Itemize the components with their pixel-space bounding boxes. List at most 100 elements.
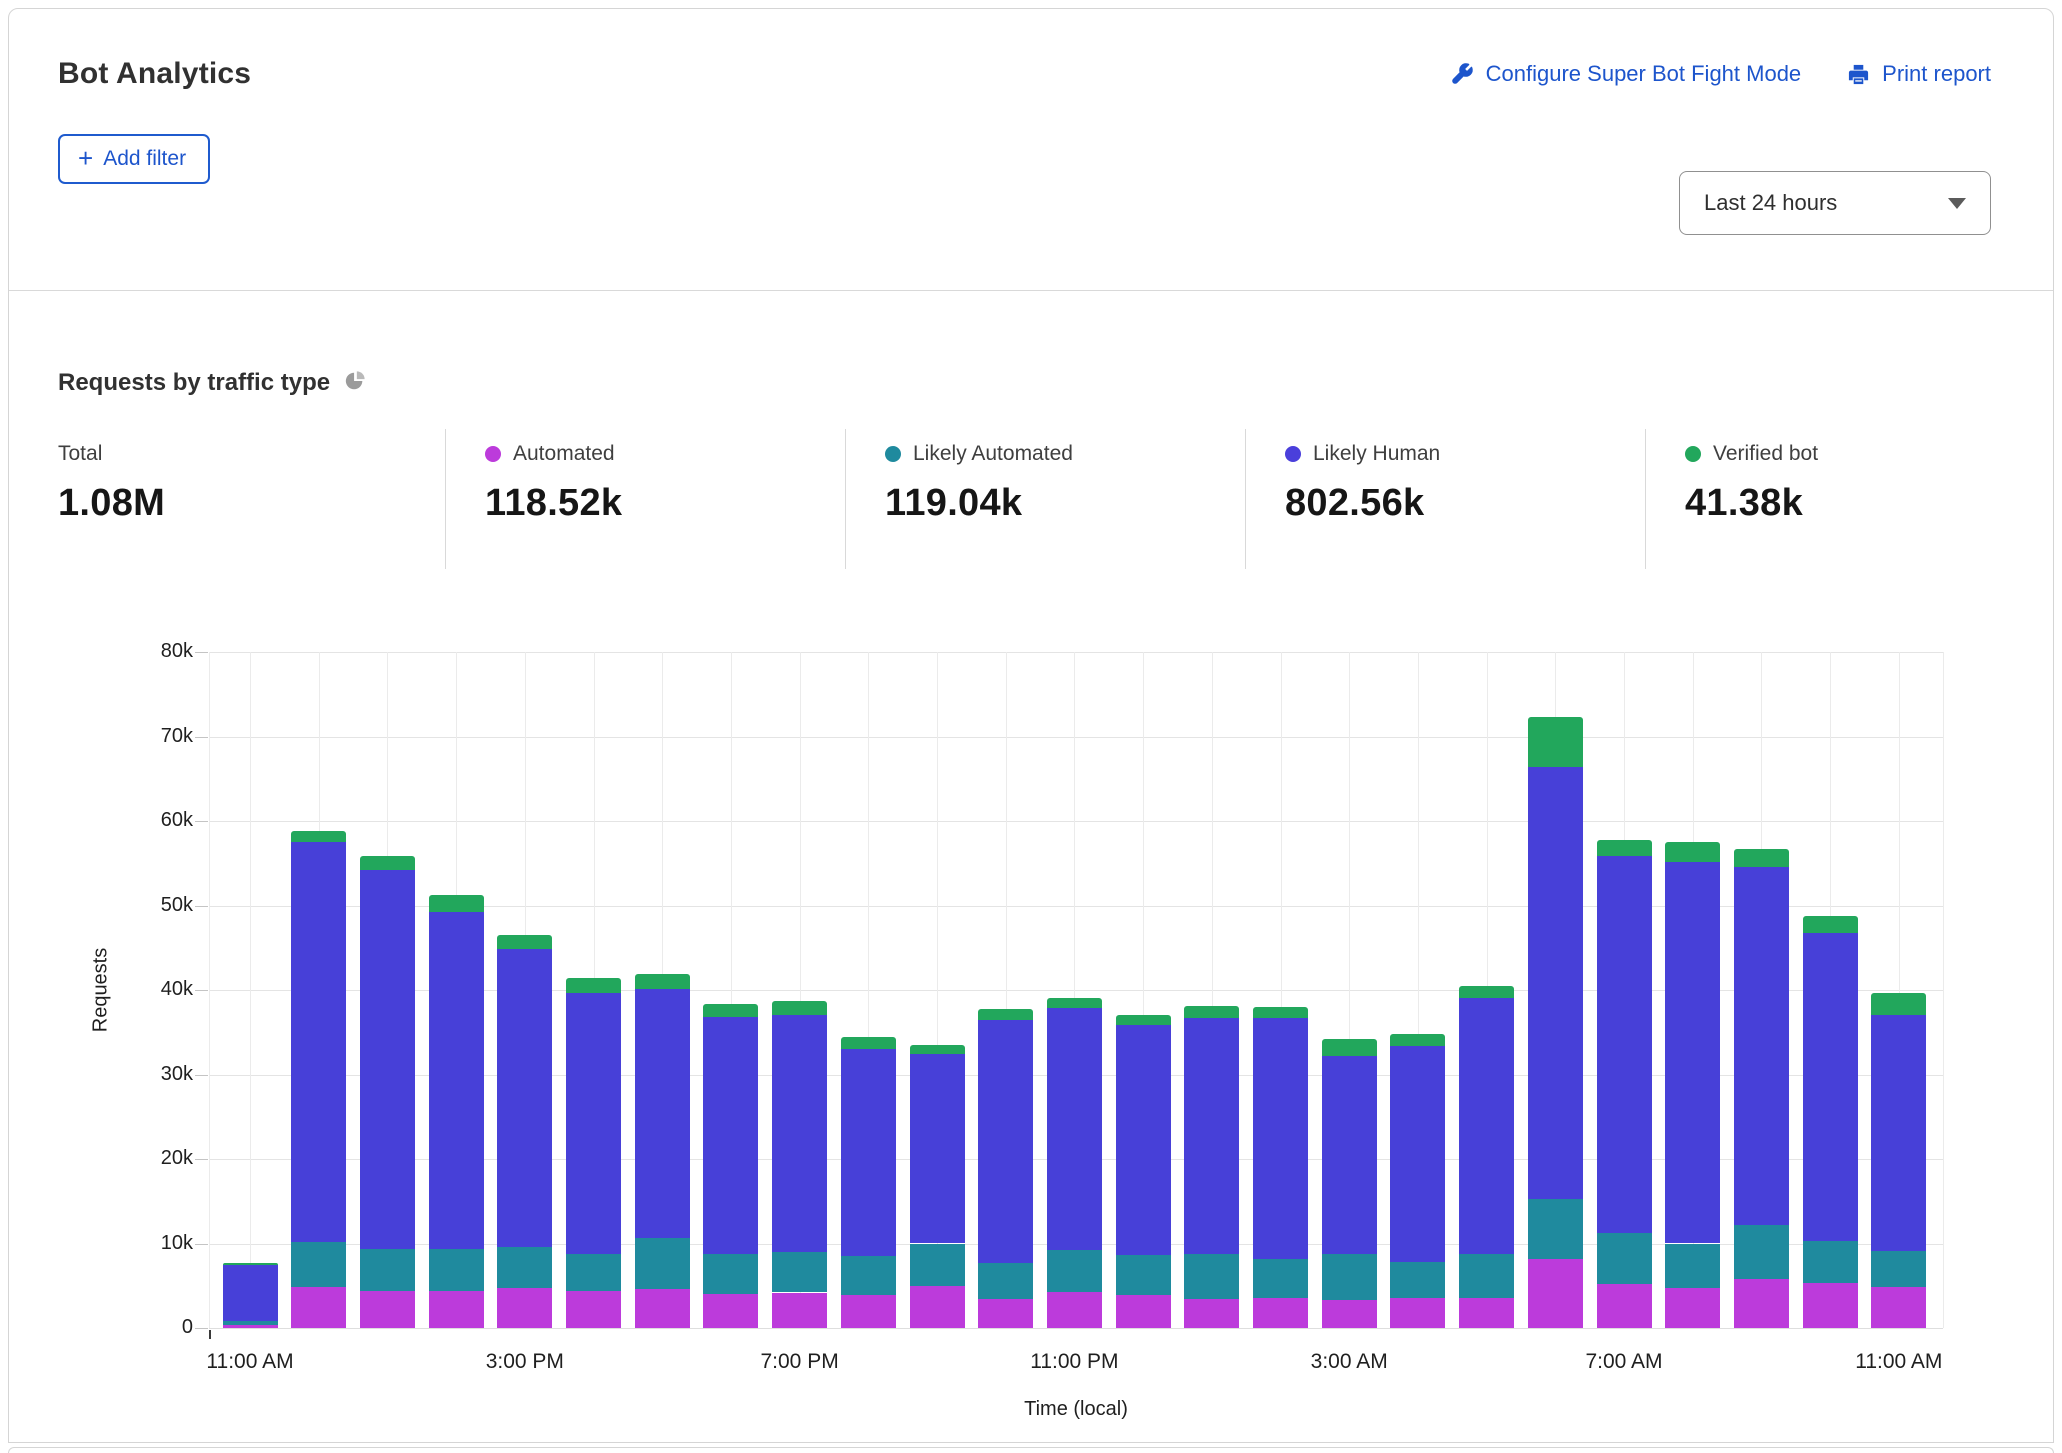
bar-9pm-likely-automated[interactable] <box>910 1244 965 1286</box>
bar-6pm-likely-automated[interactable] <box>703 1254 758 1294</box>
bar-1pm-likely-human[interactable] <box>360 870 415 1249</box>
bar-6pm-verified-bot[interactable] <box>703 1004 758 1018</box>
bar-5am-likely-automated[interactable] <box>1459 1254 1514 1298</box>
bar-2am-likely-automated[interactable] <box>1253 1259 1308 1298</box>
bar-1am-verified-bot[interactable] <box>1184 1006 1239 1018</box>
h-gridline <box>209 821 1943 822</box>
bar-2am-verified-bot[interactable] <box>1253 1007 1308 1018</box>
bar-11am-automated[interactable] <box>1871 1287 1926 1328</box>
bar-10am-verified-bot[interactable] <box>1803 916 1858 933</box>
bar-7am-automated[interactable] <box>1597 1284 1652 1328</box>
bar-6am-verified-bot[interactable] <box>1528 717 1583 767</box>
bar-5am-automated[interactable] <box>1459 1298 1514 1328</box>
bar-5pm-likely-human[interactable] <box>635 989 690 1238</box>
bar-12pm-automated[interactable] <box>291 1287 346 1328</box>
bar-12am-likely-automated[interactable] <box>1116 1255 1171 1295</box>
bar-2pm-likely-human[interactable] <box>429 912 484 1249</box>
bar-8pm-verified-bot[interactable] <box>841 1037 896 1049</box>
bar-2pm-verified-bot[interactable] <box>429 895 484 912</box>
bar-4am-automated[interactable] <box>1390 1298 1445 1328</box>
bar-10pm-likely-human[interactable] <box>978 1020 1033 1263</box>
bar-5pm-verified-bot[interactable] <box>635 974 690 989</box>
bar-11am-verified-bot[interactable] <box>1871 993 1926 1016</box>
bar-3pm-automated[interactable] <box>497 1288 552 1328</box>
bar-12am-automated[interactable] <box>1116 1295 1171 1328</box>
bar-9am-automated[interactable] <box>1734 1279 1789 1328</box>
bar-2am-automated[interactable] <box>1253 1298 1308 1328</box>
bar-11am-likely-automated[interactable] <box>1871 1251 1926 1287</box>
bar-4pm-verified-bot[interactable] <box>566 978 621 992</box>
bar-4am-verified-bot[interactable] <box>1390 1034 1445 1046</box>
bar-11am-likely-human[interactable] <box>223 1265 278 1321</box>
bar-1am-likely-automated[interactable] <box>1184 1254 1239 1300</box>
bar-10am-likely-automated[interactable] <box>1803 1241 1858 1283</box>
bar-5pm-automated[interactable] <box>635 1289 690 1328</box>
bar-11pm-verified-bot[interactable] <box>1047 998 1102 1008</box>
bar-11am-likely-automated[interactable] <box>223 1321 278 1324</box>
bar-11am-automated[interactable] <box>223 1325 278 1328</box>
bar-9am-likely-human[interactable] <box>1734 867 1789 1225</box>
bar-9am-likely-automated[interactable] <box>1734 1225 1789 1279</box>
bar-10pm-automated[interactable] <box>978 1299 1033 1328</box>
bar-7pm-likely-human[interactable] <box>772 1015 827 1252</box>
bar-2pm-likely-automated[interactable] <box>429 1249 484 1290</box>
bar-6pm-automated[interactable] <box>703 1294 758 1328</box>
bar-8am-likely-human[interactable] <box>1665 862 1720 1244</box>
bar-8pm-automated[interactable] <box>841 1295 896 1328</box>
bar-6pm-likely-human[interactable] <box>703 1017 758 1254</box>
bar-8am-verified-bot[interactable] <box>1665 842 1720 861</box>
bar-12pm-likely-human[interactable] <box>291 842 346 1242</box>
bar-2am-likely-human[interactable] <box>1253 1018 1308 1259</box>
bar-9am-verified-bot[interactable] <box>1734 849 1789 867</box>
bar-8pm-likely-human[interactable] <box>841 1049 896 1256</box>
bar-5am-likely-human[interactable] <box>1459 998 1514 1254</box>
bar-3am-verified-bot[interactable] <box>1322 1039 1377 1056</box>
bar-1am-likely-human[interactable] <box>1184 1018 1239 1254</box>
bar-5am-verified-bot[interactable] <box>1459 986 1514 998</box>
bar-9pm-automated[interactable] <box>910 1286 965 1328</box>
bar-1am-automated[interactable] <box>1184 1299 1239 1328</box>
bar-1pm-verified-bot[interactable] <box>360 856 415 870</box>
bar-7am-likely-human[interactable] <box>1597 856 1652 1233</box>
bar-3am-likely-human[interactable] <box>1322 1056 1377 1255</box>
bar-11am-likely-human[interactable] <box>1871 1015 1926 1251</box>
bar-3am-automated[interactable] <box>1322 1300 1377 1328</box>
bar-3pm-verified-bot[interactable] <box>497 935 552 949</box>
bar-3pm-likely-automated[interactable] <box>497 1247 552 1288</box>
bar-4pm-likely-automated[interactable] <box>566 1254 621 1291</box>
bar-6am-likely-automated[interactable] <box>1528 1199 1583 1259</box>
bar-5pm-likely-automated[interactable] <box>635 1238 690 1289</box>
bar-6am-likely-human[interactable] <box>1528 767 1583 1199</box>
bar-1pm-automated[interactable] <box>360 1291 415 1328</box>
bar-9pm-verified-bot[interactable] <box>910 1045 965 1054</box>
bar-10pm-likely-automated[interactable] <box>978 1263 1033 1299</box>
bar-3am-likely-automated[interactable] <box>1322 1254 1377 1300</box>
bar-8pm-likely-automated[interactable] <box>841 1256 896 1295</box>
bar-12pm-likely-automated[interactable] <box>291 1242 346 1287</box>
bar-11pm-likely-human[interactable] <box>1047 1008 1102 1251</box>
bar-12pm-verified-bot[interactable] <box>291 831 346 842</box>
bar-9pm-likely-human[interactable] <box>910 1054 965 1243</box>
bar-10am-likely-human[interactable] <box>1803 933 1858 1241</box>
bar-12am-verified-bot[interactable] <box>1116 1015 1171 1026</box>
bar-4pm-automated[interactable] <box>566 1291 621 1328</box>
bar-10am-automated[interactable] <box>1803 1283 1858 1328</box>
bar-7pm-verified-bot[interactable] <box>772 1001 827 1015</box>
bar-11pm-likely-automated[interactable] <box>1047 1250 1102 1291</box>
bar-7pm-automated[interactable] <box>772 1293 827 1328</box>
bar-7am-likely-automated[interactable] <box>1597 1233 1652 1284</box>
bar-7am-verified-bot[interactable] <box>1597 840 1652 857</box>
bar-2pm-automated[interactable] <box>429 1291 484 1328</box>
bar-4am-likely-automated[interactable] <box>1390 1262 1445 1298</box>
bar-8am-automated[interactable] <box>1665 1288 1720 1328</box>
bar-11pm-automated[interactable] <box>1047 1292 1102 1328</box>
bar-7pm-likely-automated[interactable] <box>772 1252 827 1293</box>
bar-8am-likely-automated[interactable] <box>1665 1244 1720 1289</box>
bar-6am-automated[interactable] <box>1528 1259 1583 1328</box>
bar-4pm-likely-human[interactable] <box>566 993 621 1254</box>
bar-3pm-likely-human[interactable] <box>497 949 552 1247</box>
bar-1pm-likely-automated[interactable] <box>360 1249 415 1290</box>
bar-4am-likely-human[interactable] <box>1390 1046 1445 1262</box>
bar-12am-likely-human[interactable] <box>1116 1025 1171 1255</box>
bar-10pm-verified-bot[interactable] <box>978 1009 1033 1020</box>
